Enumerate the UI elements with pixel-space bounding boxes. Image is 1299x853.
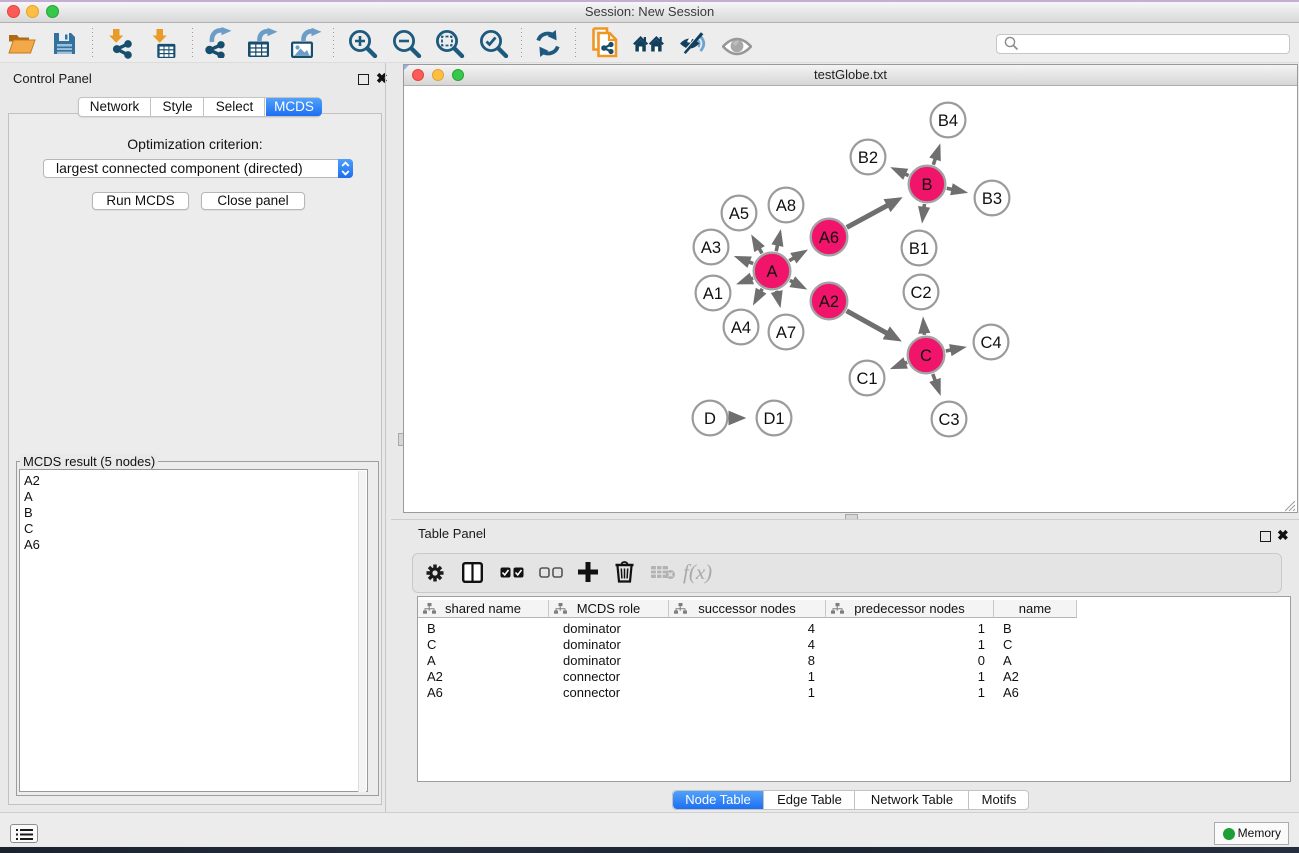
svg-text:A7: A7	[776, 324, 796, 342]
svg-text:C: C	[920, 347, 932, 365]
svg-text:A2: A2	[819, 293, 839, 311]
svg-text:B: B	[921, 176, 932, 194]
svg-text:B4: B4	[938, 112, 958, 130]
svg-text:D1: D1	[763, 410, 784, 428]
svg-text:B1: B1	[909, 240, 929, 258]
svg-text:A3: A3	[701, 239, 721, 257]
svg-text:C4: C4	[980, 334, 1001, 352]
svg-text:A5: A5	[729, 205, 749, 223]
svg-text:A6: A6	[819, 229, 839, 247]
svg-text:D: D	[704, 410, 716, 428]
svg-text:C2: C2	[910, 284, 931, 302]
svg-text:C1: C1	[856, 370, 877, 388]
svg-text:C3: C3	[938, 411, 959, 429]
svg-text:A4: A4	[731, 319, 751, 337]
svg-text:B2: B2	[858, 149, 878, 167]
svg-text:A: A	[766, 263, 777, 281]
svg-text:B3: B3	[982, 190, 1002, 208]
svg-text:A1: A1	[703, 285, 723, 303]
svg-text:A8: A8	[776, 197, 796, 215]
